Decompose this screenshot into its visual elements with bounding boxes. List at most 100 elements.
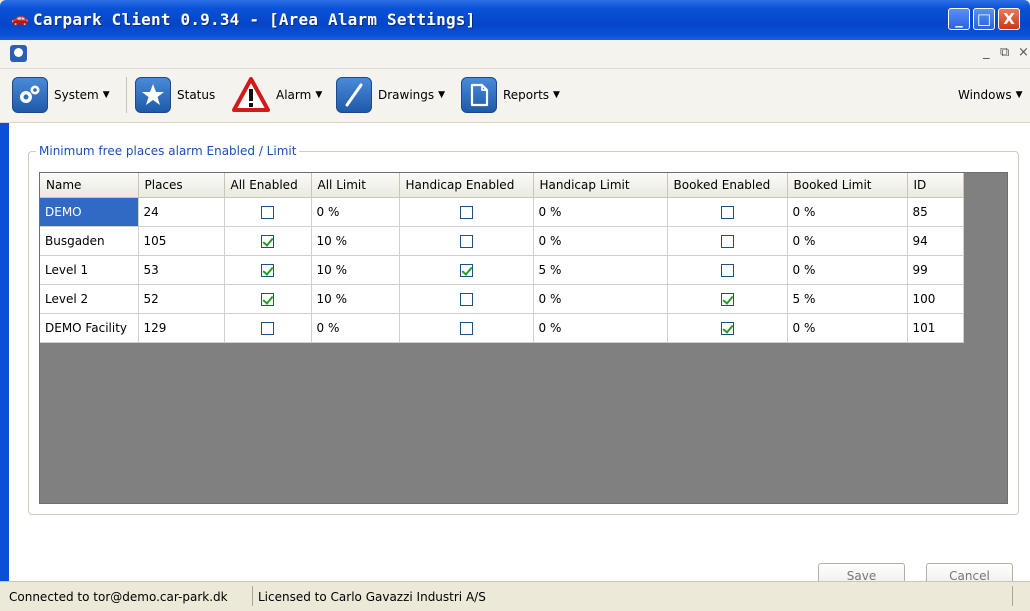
maximize-button[interactable]: □ xyxy=(973,8,995,30)
places-cell[interactable]: 53 xyxy=(138,255,225,285)
booked-enabled-checkbox[interactable] xyxy=(720,206,734,219)
table-row[interactable]: DEMO Facility 129 0 % 0 % 0 % 101 xyxy=(40,313,964,343)
booked-enabled-checkbox[interactable] xyxy=(720,322,734,335)
places-cell[interactable]: 24 xyxy=(138,197,225,227)
column-header[interactable]: Booked Enabled xyxy=(667,173,788,198)
column-header[interactable]: ID xyxy=(907,173,964,198)
column-header[interactable]: Places xyxy=(138,173,225,198)
all-enabled-checkbox[interactable] xyxy=(261,235,274,248)
system-menu-button[interactable]: System ▼ xyxy=(12,77,110,113)
name-cell[interactable]: Level 1 xyxy=(40,255,139,285)
column-header[interactable]: Handicap Enabled xyxy=(399,173,534,198)
all-limit-cell[interactable]: 10 % xyxy=(311,255,400,285)
reports-menu-button[interactable]: Reports ▼ xyxy=(461,77,560,113)
handicap-enabled-checkbox[interactable] xyxy=(459,264,473,277)
places-cell[interactable]: 52 xyxy=(138,284,225,314)
handicap-enabled-checkbox[interactable] xyxy=(459,235,473,248)
handicap-limit-cell[interactable]: 5 % xyxy=(533,255,668,285)
window-titlebar[interactable]: 🚗 Carpark Client 0.9.34 - [Area Alarm Se… xyxy=(0,0,1030,40)
all-enabled-cell[interactable] xyxy=(224,284,312,314)
car-app-icon: 🚗 xyxy=(11,11,29,27)
handicap-enabled-cell[interactable] xyxy=(399,284,534,314)
handicap-limit-cell[interactable]: 0 % xyxy=(533,313,668,343)
id-cell[interactable]: 99 xyxy=(907,255,964,285)
handicap-enabled-checkbox[interactable] xyxy=(459,322,473,335)
handicap-enabled-cell[interactable] xyxy=(399,313,534,343)
handicap-enabled-checkbox[interactable] xyxy=(459,293,473,306)
windows-label: Windows xyxy=(958,88,1012,102)
handicap-limit-cell[interactable]: 0 % xyxy=(533,284,668,314)
window-left-border xyxy=(0,123,9,581)
name-cell[interactable]: DEMO Facility xyxy=(40,313,139,343)
booked-enabled-cell[interactable] xyxy=(667,226,788,256)
table-row[interactable]: Busgaden 105 10 % 0 % 0 % 94 xyxy=(40,226,964,256)
booked-enabled-cell[interactable] xyxy=(667,313,788,343)
main-toolbar: System ▼ Status Alarm ▼ Drawings ▼ Repor… xyxy=(0,69,1030,123)
booked-limit-cell[interactable]: 0 % xyxy=(787,313,908,343)
alarm-menu-button[interactable]: Alarm ▼ xyxy=(232,77,322,113)
all-enabled-cell[interactable] xyxy=(224,197,312,227)
minimize-button[interactable]: _ xyxy=(948,8,970,30)
chevron-down-icon: ▼ xyxy=(315,90,323,100)
table-row[interactable]: Level 2 52 10 % 0 % 5 % 100 xyxy=(40,284,964,314)
mdi-close-icon[interactable]: × xyxy=(1018,45,1029,60)
all-enabled-cell[interactable] xyxy=(224,255,312,285)
all-enabled-checkbox[interactable] xyxy=(261,322,274,335)
windows-menu-button[interactable]: Windows ▼ xyxy=(958,77,1023,113)
handicap-limit-cell[interactable]: 0 % xyxy=(533,226,668,256)
alarm-table: Name Places All Enabled All Limit Handicap E… xyxy=(40,173,964,343)
id-cell[interactable]: 94 xyxy=(907,226,964,256)
booked-limit-cell[interactable]: 5 % xyxy=(787,284,908,314)
handicap-enabled-checkbox[interactable] xyxy=(459,206,473,219)
id-cell[interactable]: 100 xyxy=(907,284,964,314)
places-cell[interactable]: 105 xyxy=(138,226,225,256)
mdi-minimize-icon[interactable]: _ xyxy=(983,45,990,60)
name-cell[interactable]: Level 2 xyxy=(40,284,139,314)
reports-label: Reports xyxy=(503,88,550,102)
all-enabled-checkbox[interactable] xyxy=(261,264,274,277)
all-limit-cell[interactable]: 10 % xyxy=(311,226,400,256)
booked-limit-cell[interactable]: 0 % xyxy=(787,226,908,256)
booked-enabled-checkbox[interactable] xyxy=(720,293,734,306)
column-header[interactable]: Handicap Limit xyxy=(533,173,668,198)
booked-limit-cell[interactable]: 0 % xyxy=(787,197,908,227)
header-row: Name Places All Enabled All Limit Handicap E… xyxy=(40,173,964,198)
id-cell[interactable]: 85 xyxy=(907,197,964,227)
places-cell[interactable]: 129 xyxy=(138,313,225,343)
status-label: Status xyxy=(177,88,216,102)
handicap-enabled-cell[interactable] xyxy=(399,226,534,256)
all-enabled-checkbox[interactable] xyxy=(261,206,274,219)
area-alarm-grid[interactable]: Name Places All Enabled All Limit Handicap E… xyxy=(39,172,1008,504)
column-header[interactable]: Booked Limit xyxy=(787,173,908,198)
all-limit-cell[interactable]: 0 % xyxy=(311,313,400,343)
close-button[interactable]: X xyxy=(998,8,1020,30)
all-enabled-cell[interactable] xyxy=(224,226,312,256)
id-cell[interactable]: 101 xyxy=(907,313,964,343)
all-limit-cell[interactable]: 10 % xyxy=(311,284,400,314)
booked-limit-cell[interactable]: 0 % xyxy=(787,255,908,285)
name-cell[interactable]: DEMO xyxy=(40,197,139,227)
all-enabled-cell[interactable] xyxy=(224,313,312,343)
handicap-limit-cell[interactable]: 0 % xyxy=(533,197,668,227)
column-header[interactable]: All Enabled xyxy=(224,173,312,198)
status-button[interactable]: Status xyxy=(135,77,215,113)
mdi-restore-icon[interactable]: ⧉ xyxy=(1000,45,1009,60)
booked-enabled-checkbox[interactable] xyxy=(720,235,734,248)
all-limit-cell[interactable]: 0 % xyxy=(311,197,400,227)
booked-enabled-cell[interactable] xyxy=(667,197,788,227)
booked-enabled-cell[interactable] xyxy=(667,255,788,285)
star-icon xyxy=(135,77,171,113)
drawings-menu-button[interactable]: Drawings ▼ xyxy=(336,77,445,113)
handicap-enabled-cell[interactable] xyxy=(399,255,534,285)
handicap-enabled-cell[interactable] xyxy=(399,197,534,227)
column-header[interactable]: Name xyxy=(40,173,139,198)
booked-enabled-checkbox[interactable] xyxy=(720,264,734,277)
child-window-icon[interactable] xyxy=(10,45,27,62)
group-label: Minimum free places alarm Enabled / Limi… xyxy=(36,144,300,158)
booked-enabled-cell[interactable] xyxy=(667,284,788,314)
column-header[interactable]: All Limit xyxy=(311,173,400,198)
all-enabled-checkbox[interactable] xyxy=(261,293,274,306)
table-row[interactable]: Level 1 53 10 % 5 % 0 % 99 xyxy=(40,255,964,285)
name-cell[interactable]: Busgaden xyxy=(40,226,139,256)
table-row[interactable]: DEMO 24 0 % 0 % 0 % 85 xyxy=(40,197,964,227)
